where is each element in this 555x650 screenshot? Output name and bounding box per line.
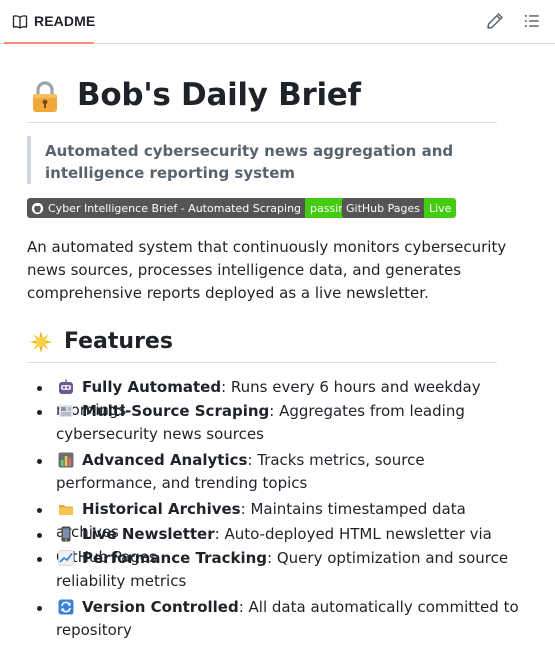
lock-emoji-icon — [33, 81, 57, 112]
features-heading: Features — [27, 324, 497, 363]
bullet — [37, 459, 42, 464]
edit-button[interactable] — [486, 12, 506, 32]
feature-title: Live Newsletter — [82, 525, 215, 543]
bullet — [37, 557, 42, 562]
bullet — [37, 606, 42, 611]
description-paragraph: An automated system that continuously mo… — [27, 238, 507, 302]
outline-button[interactable] — [523, 12, 543, 32]
tab-readme[interactable]: README — [4, 0, 96, 44]
pages-status-badge[interactable]: GitHub Pages Live — [342, 198, 457, 218]
bullet — [37, 533, 42, 538]
bullet — [37, 410, 42, 415]
workflow-badge-label: Cyber Intelligence Brief - Automated Scr… — [48, 201, 302, 215]
bullet — [37, 508, 42, 513]
tagline-quote: Automated cybersecurity news aggregation… — [27, 136, 497, 184]
page-title-text: Bob's Daily Brief — [77, 77, 361, 113]
github-icon — [31, 202, 44, 214]
feature-title: Version Controlled — [82, 598, 239, 616]
features-heading-text: Features — [64, 329, 173, 354]
page-title: Bob's Daily Brief — [27, 74, 497, 123]
tagline-text: Automated cybersecurity news aggregation… — [45, 142, 454, 182]
book-icon — [12, 15, 28, 29]
pages-badge-status: Live — [423, 198, 457, 218]
bullet — [37, 386, 42, 391]
feature-title: Multi-Source Scraping — [82, 402, 270, 420]
feature-title: Historical Archives — [82, 500, 241, 518]
list-icon — [524, 14, 539, 28]
sparkle-emoji-icon — [30, 331, 52, 353]
pages-badge-label: GitHub Pages — [342, 198, 424, 218]
readme-tabbar: README — [0, 0, 555, 44]
feature-title: Performance Tracking — [82, 549, 268, 567]
pencil-icon — [487, 13, 503, 29]
workflow-status-badge[interactable]: Cyber Intelligence Brief - Automated Scr… — [27, 198, 358, 218]
tab-readme-label: README — [34, 13, 96, 29]
feature-title: Fully Automated — [82, 378, 222, 396]
feature-title: Advanced Analytics — [82, 451, 248, 469]
